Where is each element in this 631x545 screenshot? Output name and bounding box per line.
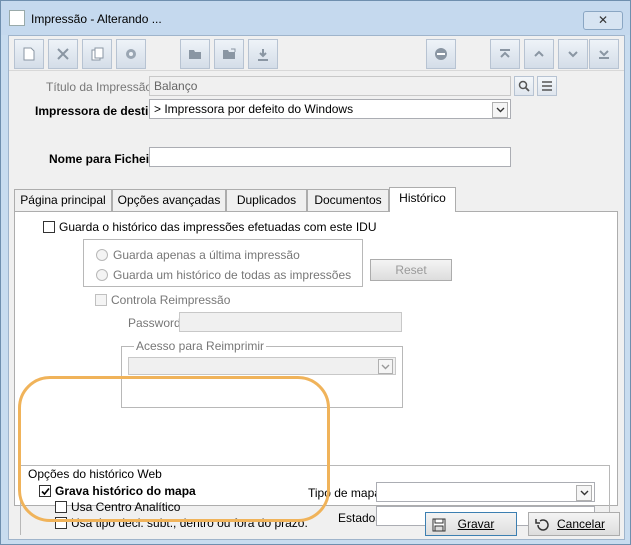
down-icon[interactable] (558, 39, 588, 69)
historico-panel: Guarda o histórico das impressões efetua… (14, 211, 618, 535)
web-group: Opções do histórico Web Grava histórico … (20, 465, 610, 535)
password-label: Password (128, 316, 181, 330)
impressora-label: Impressora de destino (35, 104, 164, 118)
download-icon[interactable] (248, 39, 278, 69)
title-bar: Impressão - Alterando ... ✕ (1, 1, 630, 35)
search-icon[interactable] (514, 76, 534, 96)
tipo-mapa-select[interactable] (376, 482, 595, 502)
reset-button[interactable]: Reset (370, 259, 452, 281)
last-icon[interactable] (589, 39, 619, 69)
chevron-down-icon[interactable] (576, 485, 592, 501)
window-title: Impressão - Alterando ... (31, 12, 162, 26)
gravar-label: Gravar (457, 517, 495, 531)
titulo-field[interactable]: Balanço (149, 76, 511, 96)
web-group-label: Opções do histórico Web (28, 467, 162, 481)
stop-icon[interactable] (426, 39, 456, 69)
gear-icon[interactable] (116, 39, 146, 69)
cancelar-button[interactable]: Cancelar (528, 512, 620, 536)
ficheiro-field[interactable] (149, 147, 511, 167)
grava-checkbox[interactable] (39, 485, 51, 497)
new-icon[interactable] (14, 39, 44, 69)
ficheiro-label: Nome para Ficheiro (49, 152, 162, 166)
tab-duplicados[interactable]: Duplicados (226, 189, 307, 211)
radio-ultima-label: Guarda apenas a última impressão (113, 248, 300, 262)
grava-label: Grava histórico do mapa (55, 484, 196, 498)
centro-checkbox[interactable] (55, 501, 67, 513)
tab-opcoes-avancadas[interactable]: Opções avançadas (112, 189, 226, 211)
dialog-body: Título da Impressão Balanço Impressora d… (8, 35, 625, 540)
impressora-select[interactable]: > Impressora por defeito do Windows (149, 99, 511, 119)
acesso-select[interactable] (128, 357, 396, 375)
undo-icon (535, 517, 549, 539)
titulo-label: Título da Impressão (46, 80, 153, 94)
guarda-checkbox[interactable] (43, 221, 55, 233)
chevron-down-icon[interactable] (378, 359, 393, 374)
up-icon[interactable] (524, 39, 554, 69)
copy-icon[interactable] (82, 39, 112, 69)
estados-label: Estados (338, 511, 382, 525)
radio-group: Guarda apenas a última impressão Guarda … (83, 239, 363, 287)
dialog-window: Impressão - Alterando ... ✕ Título da Im… (0, 0, 631, 545)
acesso-label: Acesso para Reimprimir (134, 339, 267, 353)
radio-todas-label: Guarda um histórico de todas as impressõ… (113, 268, 352, 282)
centro-label: Usa Centro Analítico (71, 500, 181, 514)
close-button[interactable]: ✕ (583, 11, 623, 30)
cancelar-label: Cancelar (556, 517, 606, 531)
save-icon (432, 517, 446, 539)
tab-pagina-principal[interactable]: Página principal (14, 189, 112, 211)
tipo-decl-checkbox[interactable] (55, 517, 67, 529)
tipo-mapa-label: Tipo de mapa (308, 486, 381, 500)
tipo-decl-label: Usa tipo decl. subt., dentro ou fora do … (71, 516, 308, 530)
tab-historico[interactable]: Histórico (389, 187, 456, 212)
check-icon (41, 487, 50, 496)
guarda-label: Guarda o histórico das impressões efetua… (59, 220, 377, 234)
toolbar-divider (9, 70, 624, 71)
controla-label: Controla Reimpressão (111, 293, 231, 307)
first-icon[interactable] (490, 39, 520, 69)
app-icon (9, 10, 25, 26)
tab-documentos[interactable]: Documentos (307, 189, 389, 211)
list-icon[interactable] (537, 76, 557, 96)
chevron-down-icon[interactable] (492, 102, 508, 118)
password-field[interactable] (179, 312, 402, 332)
folder-icon[interactable] (180, 39, 210, 69)
radio-todas[interactable] (96, 269, 108, 281)
delete-icon[interactable] (48, 39, 78, 69)
acesso-group: Acesso para Reimprimir (121, 339, 403, 408)
impressora-value: > Impressora por defeito do Windows (154, 102, 354, 116)
folder-open-icon[interactable] (214, 39, 244, 69)
controla-checkbox[interactable] (95, 294, 107, 306)
gravar-button[interactable]: Gravar (425, 512, 517, 536)
radio-ultima[interactable] (96, 249, 108, 261)
